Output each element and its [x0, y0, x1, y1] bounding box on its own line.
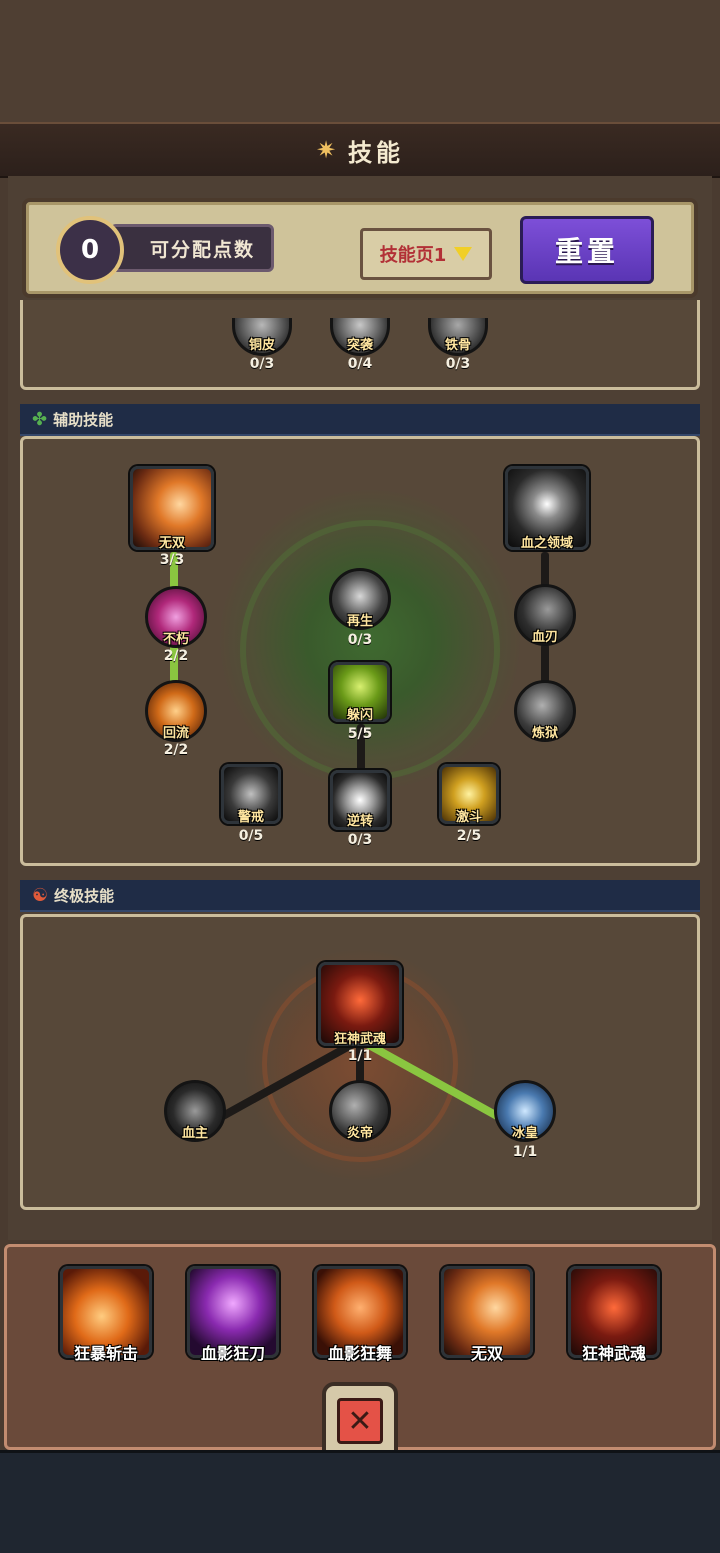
skill-name: 狂神武魂: [333, 1032, 387, 1047]
page-title: 技能: [348, 138, 405, 167]
skill-level: 0/3: [347, 832, 373, 848]
skill-xuezhilingyu[interactable]: 血之领域: [505, 466, 589, 551]
skill-lianyu[interactable]: 炼狱: [514, 680, 576, 742]
skill-name: 逆转: [346, 814, 374, 829]
skill-xuedao[interactable]: 血刃: [514, 584, 576, 646]
points-label: 可分配点数: [110, 224, 274, 272]
clover-icon: ✤: [32, 408, 48, 430]
skill-level: 1/1: [512, 1144, 538, 1160]
skill-tiegu[interactable]: 铁骨 0/3: [428, 318, 488, 378]
close-x-icon: ✕: [337, 1398, 383, 1444]
skill-xuezhu[interactable]: 血主: [164, 1080, 226, 1142]
skill-name: 激斗: [455, 810, 483, 825]
skill-jingjie[interactable]: 警戒 0/5: [221, 764, 281, 844]
skill-kuangshenwuhun[interactable]: 狂神武魂 1/1: [318, 962, 402, 1064]
skill-level: 2/5: [456, 828, 482, 844]
support-section-title: 辅助技能: [53, 410, 114, 429]
skill-zaisheng[interactable]: 再生 0/3: [329, 568, 391, 648]
skill-nizhuan[interactable]: 逆转 0/3: [330, 770, 390, 848]
skill-yandi[interactable]: 炎帝: [329, 1080, 391, 1142]
triangle-down-icon: [454, 247, 473, 261]
skill-binghuang[interactable]: 冰皇 1/1: [494, 1080, 556, 1160]
skill-jidou[interactable]: 激斗 2/5: [439, 764, 499, 844]
skill-name: 无双: [158, 536, 186, 551]
yin-yang-icon: ☯: [32, 884, 49, 906]
skill-name: 再生: [346, 614, 374, 629]
equipped-name: 血影狂刀: [200, 1344, 266, 1363]
skill-level: 5/5: [347, 726, 373, 742]
equipped-slot-4[interactable]: 无双: [441, 1266, 533, 1363]
title-bar: ✷ 技能: [0, 122, 720, 178]
skill-name: 回流: [162, 726, 190, 741]
equipped-slot-2[interactable]: 血影狂刀: [187, 1266, 279, 1363]
equipped-slot-1[interactable]: 狂暴斩击: [60, 1266, 152, 1363]
reset-button[interactable]: 重置: [520, 216, 654, 284]
skill-level: 2/2: [163, 742, 189, 758]
skill-name: 血刃: [531, 630, 559, 645]
footer-bar: [0, 1450, 720, 1553]
skill-name: 铜皮: [248, 338, 276, 353]
skill-name: 躲闪: [346, 708, 374, 723]
skill-name: 炎帝: [346, 1126, 374, 1141]
top-background: [0, 0, 720, 125]
skill-buxiu[interactable]: 不朽 2/2: [145, 586, 207, 664]
skill-level: 0/3: [249, 356, 275, 372]
skill-tuxi[interactable]: 突袭 0/4: [330, 318, 390, 378]
skill-level: 0/3: [445, 356, 471, 372]
skill-name: 血主: [181, 1126, 209, 1141]
skill-name: 炼狱: [531, 726, 559, 741]
equipped-name: 狂神武魂: [581, 1344, 647, 1363]
skill-name: 冰皇: [511, 1126, 539, 1141]
skill-level: 1/1: [347, 1048, 373, 1064]
support-section-header: ✤ 辅助技能: [20, 404, 700, 436]
ultimate-section-title: 终极技能: [54, 886, 115, 905]
ultimate-section-header: ☯ 终极技能: [20, 880, 700, 912]
equipped-name: 狂暴斩击: [73, 1344, 139, 1363]
skill-page-dropdown[interactable]: 技能页1: [360, 228, 492, 280]
skill-level: 2/2: [163, 648, 189, 664]
skill-wushuang[interactable]: 无双 3/3: [130, 466, 214, 568]
skill-name: 血之领域: [520, 536, 574, 551]
skill-level: 0/5: [238, 828, 264, 844]
sun-icon: ✷: [315, 136, 337, 164]
skill-page-label: 技能页1: [379, 245, 447, 266]
equipped-name: 血影狂舞: [327, 1344, 393, 1363]
skill-name: 铁骨: [444, 338, 472, 353]
skill-level: 0/4: [347, 356, 373, 372]
close-button[interactable]: ✕: [322, 1382, 398, 1460]
skill-duoshan[interactable]: 躲闪 5/5: [330, 662, 390, 742]
points-value: 0: [56, 216, 124, 284]
skill-level: 3/3: [159, 552, 185, 568]
skill-name: 不朽: [162, 632, 190, 647]
skill-name: 突袭: [346, 338, 374, 353]
skill-name: 警戒: [237, 810, 265, 825]
equipped-slot-5[interactable]: 狂神武魂: [568, 1266, 660, 1363]
equipped-name: 无双: [470, 1344, 504, 1363]
equipped-slot-3[interactable]: 血影狂舞: [314, 1266, 406, 1363]
skill-tongpi[interactable]: 铜皮 0/3: [232, 318, 292, 378]
skill-level: 0/3: [347, 632, 373, 648]
skill-huiliu[interactable]: 回流 2/2: [145, 680, 207, 758]
